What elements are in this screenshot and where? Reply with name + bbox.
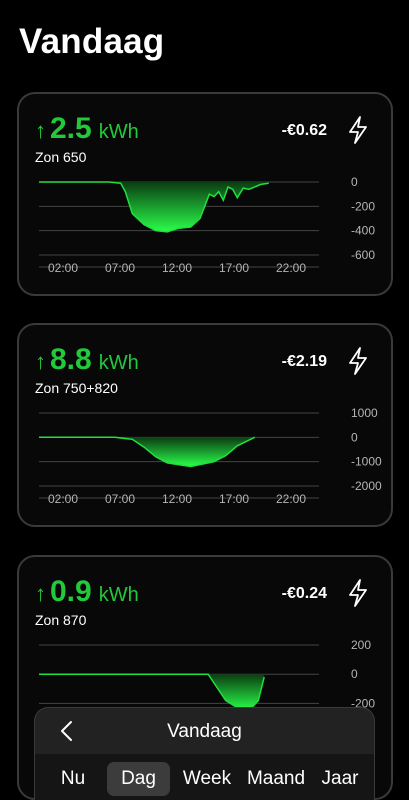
y-tick-label: -1000	[351, 455, 382, 469]
period-label: Vandaag	[167, 721, 242, 742]
energy-value: 0.9	[50, 575, 92, 608]
tab-jaar[interactable]: Jaar	[310, 762, 370, 796]
period-selector: Vandaag Nu Dag Week Maand Jaar	[34, 707, 375, 800]
tab-dag[interactable]: Dag	[107, 762, 170, 796]
tab-week[interactable]: Week	[174, 762, 240, 796]
tab-maand[interactable]: Maand	[242, 762, 310, 796]
area-fill	[39, 182, 269, 232]
x-tick-label: 02:00	[48, 261, 78, 275]
y-tick-label: -400	[351, 224, 375, 238]
y-tick-label: 1000	[351, 406, 378, 420]
y-tick-label: 200	[351, 638, 371, 652]
energy-unit: kWh	[98, 121, 139, 143]
arrow-up-icon: ↑	[35, 118, 46, 143]
page-title: Vandaag	[19, 22, 165, 61]
x-tick-label: 17:00	[219, 261, 249, 275]
energy-card[interactable]: 0 -200 -400 -600 02:00 07:00 12:00 17:00 22:00 ↑…	[17, 92, 393, 296]
energy-unit: kWh	[98, 352, 139, 374]
x-tick-label: 22:00	[276, 261, 306, 275]
x-tick-label: 07:00	[105, 492, 135, 506]
period-header: Vandaag	[35, 708, 374, 754]
x-tick-label: 02:00	[48, 492, 78, 506]
energy-card[interactable]: 1000 0 -1000 -2000 02:00 07:00 12:00 17:00 22:00…	[17, 323, 393, 527]
area-fill	[39, 674, 265, 711]
tab-nu[interactable]: Nu	[43, 762, 103, 796]
lightning-bolt-icon[interactable]	[347, 116, 369, 144]
x-tick-label: 12:00	[162, 492, 192, 506]
y-tick-label: -200	[351, 199, 375, 213]
x-tick-label: 07:00	[105, 261, 135, 275]
y-tick-label: -2000	[351, 479, 382, 493]
y-tick-label: 0	[351, 430, 358, 444]
energy-unit: kWh	[98, 584, 139, 606]
energy-value: 8.8	[50, 343, 92, 376]
cost-value: -€0.62	[281, 122, 327, 139]
arrow-up-icon: ↑	[35, 581, 46, 606]
x-tick-label: 12:00	[162, 261, 192, 275]
x-tick-label: 22:00	[276, 492, 306, 506]
y-tick-label: 0	[351, 175, 358, 189]
card-subtitle: Zon 870	[35, 612, 87, 628]
y-tick-label: 0	[351, 667, 358, 681]
x-tick-label: 17:00	[219, 492, 249, 506]
arrow-up-icon: ↑	[35, 349, 46, 374]
cost-value: -€0.24	[281, 585, 327, 602]
card-subtitle: Zon 750+820	[35, 380, 118, 396]
lightning-bolt-icon[interactable]	[347, 579, 369, 607]
cost-value: -€2.19	[281, 353, 327, 370]
y-tick-label: -600	[351, 248, 375, 262]
lightning-bolt-icon[interactable]	[347, 347, 369, 375]
period-tabs: Nu Dag Week Maand Jaar	[35, 754, 374, 800]
card-subtitle: Zon 650	[35, 149, 87, 165]
energy-value: 2.5	[50, 112, 92, 145]
